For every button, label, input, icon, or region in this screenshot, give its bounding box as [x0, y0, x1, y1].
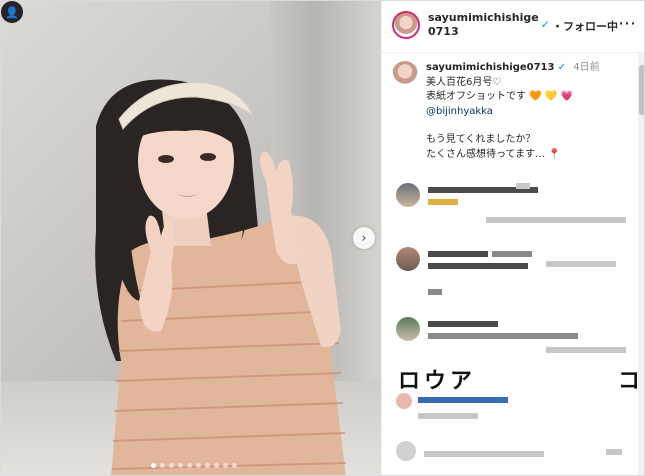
caption-line-2: 表紙オフショットです 🧡 💛 💗 [426, 90, 600, 105]
post-photo[interactable]: › 👤 [1, 1, 381, 475]
pin-icon: 📍 [548, 148, 561, 160]
post-caption: sayumimichishige0713 ✓ 4日前 美人百花6月号♡ 表紙オフ… [382, 53, 644, 162]
following-status-button[interactable]: ・フォロー中 [552, 18, 618, 34]
instagram-post-modal: › 👤 sayumimichishige0713 ✓ ・フォロー中 ⋯ sayu… [0, 0, 645, 476]
post-side-panel: sayumimichishige0713 ✓ ・フォロー中 ⋯ sayumimi… [381, 1, 645, 475]
author-username[interactable]: sayumimichishige0713 [428, 11, 541, 39]
carousel-dot [205, 463, 210, 468]
mention-link[interactable]: @bijinhyakka [426, 105, 600, 120]
caption-username[interactable]: sayumimichishige0713 [426, 62, 554, 73]
photo-subject-illustration [95, 79, 347, 475]
yellow-heart-icon: 💛 [544, 91, 558, 102]
commenter-avatar[interactable] [396, 393, 412, 409]
carousel-dot [178, 463, 183, 468]
comments-scrollbar[interactable] [638, 53, 644, 475]
carousel-dot [160, 463, 165, 468]
carousel-dot [169, 463, 174, 468]
carousel-dot [223, 463, 228, 468]
obscured-glyph-end: コ [618, 369, 645, 394]
comment-item [396, 247, 626, 301]
commenter-avatar[interactable] [396, 317, 420, 341]
carousel-dot [196, 463, 201, 468]
comment-item [396, 441, 626, 471]
caption-timestamp[interactable]: 4日前 [573, 62, 599, 73]
caption-body: sayumimichishige0713 ✓ 4日前 美人百花6月号♡ 表紙オフ… [426, 61, 600, 162]
commenter-avatar[interactable] [396, 441, 416, 461]
chevron-right-icon: › [361, 230, 367, 246]
carousel-dot [151, 463, 156, 468]
author-avatar[interactable] [392, 11, 420, 39]
comment-item [396, 393, 626, 423]
caption-line-2-text: 表紙オフショットです [426, 91, 526, 102]
carousel-indicator [151, 463, 237, 468]
carousel-dot [232, 463, 237, 468]
comment-item [396, 317, 626, 357]
orange-heart-icon: 🧡 [529, 91, 542, 102]
commenter-avatar[interactable] [396, 183, 420, 207]
pink-heart-icon: 💗 [560, 91, 573, 102]
verified-badge-icon: ✓ [540, 18, 550, 31]
carousel-dot [214, 463, 219, 468]
obscured-glyph-row: ロウア [398, 369, 477, 394]
scrollbar-thumb[interactable] [639, 65, 644, 115]
caption-line-4-text: たくさん感想待ってます… [426, 148, 545, 160]
caption-line-4: たくさん感想待ってます… 📍 [426, 148, 600, 163]
carousel-dot [187, 463, 192, 468]
caption-avatar[interactable] [392, 61, 418, 87]
commenter-avatar[interactable] [396, 247, 420, 271]
caption-verified-icon: ✓ [557, 62, 567, 73]
more-options-icon[interactable]: ⋯ [618, 15, 636, 33]
post-header: sayumimichishige0713 ✓ ・フォロー中 ⋯ [382, 1, 644, 53]
caption-line-3: もう見てくれましたか？ [426, 134, 536, 145]
next-slide-button[interactable]: › [353, 227, 375, 249]
caption-line-1: 美人百花6月号♡ [426, 76, 502, 88]
comment-item [396, 183, 626, 231]
